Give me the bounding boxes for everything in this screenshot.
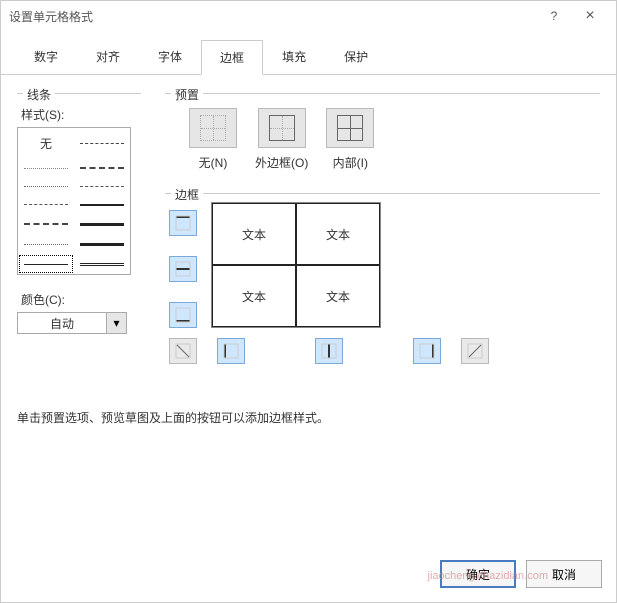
- line-style-12[interactable]: [18, 254, 74, 274]
- border-right-button[interactable]: [413, 338, 441, 364]
- preview-cell: 文本: [296, 203, 380, 265]
- preset-inside-icon: [337, 115, 363, 141]
- hint-text: 单击预置选项、预览草图及上面的按钮可以添加边框样式。: [17, 409, 600, 426]
- preset-none-button[interactable]: [189, 108, 237, 148]
- preset-inside-label: 内部(I): [333, 154, 368, 171]
- preview-cell: 文本: [212, 203, 296, 265]
- preview-cell: 文本: [296, 265, 380, 327]
- color-value: 自动: [18, 315, 106, 332]
- border-group-label: 边框: [171, 186, 203, 203]
- preset-outline-icon: [269, 115, 295, 141]
- tab-fill[interactable]: 填充: [263, 39, 325, 74]
- line-style-9[interactable]: [74, 214, 130, 234]
- border-diag-down-button[interactable]: [169, 338, 197, 364]
- dialog-title: 设置单元格格式: [9, 8, 536, 25]
- border-hmiddle-icon: [175, 261, 191, 277]
- diag-down-icon: [175, 343, 191, 359]
- preset-none-label: 无(N): [199, 154, 228, 171]
- line-style-2[interactable]: [18, 159, 74, 178]
- border-top-icon: [175, 215, 191, 231]
- line-style-grid: 无: [17, 127, 131, 275]
- border-bottom-icon: [175, 307, 191, 323]
- tab-font[interactable]: 字体: [139, 39, 201, 74]
- line-style-7[interactable]: [74, 196, 130, 215]
- border-vmiddle-button[interactable]: [315, 338, 343, 364]
- color-label: 颜色(C):: [21, 291, 141, 308]
- preset-none-icon: [200, 115, 226, 141]
- line-style-1[interactable]: [74, 128, 130, 159]
- line-style-4[interactable]: [18, 178, 74, 196]
- line-style-3[interactable]: [74, 159, 130, 178]
- tab-number[interactable]: 数字: [15, 39, 77, 74]
- border-top-button[interactable]: [169, 210, 197, 236]
- border-bottom-button[interactable]: [169, 302, 197, 328]
- titlebar: 设置单元格格式 ? ×: [1, 1, 616, 31]
- border-vmiddle-icon: [321, 343, 337, 359]
- tab-protection[interactable]: 保护: [325, 39, 387, 74]
- watermark: jiaocheng.chazidian.com: [428, 570, 548, 582]
- border-group: 边框 文本 文本 文本 文本: [165, 193, 600, 364]
- line-style-11[interactable]: [74, 234, 130, 254]
- line-group: 线条 样式(S): 无 颜色(C): 自动 ▾: [17, 93, 141, 379]
- border-preview[interactable]: 文本 文本 文本 文本: [211, 202, 381, 328]
- preset-outline-button[interactable]: [258, 108, 306, 148]
- color-select[interactable]: 自动 ▾: [17, 312, 127, 334]
- help-button[interactable]: ?: [536, 9, 572, 23]
- preset-outline-label: 外边框(O): [255, 154, 308, 171]
- diag-up-icon: [467, 343, 483, 359]
- chevron-down-icon: ▾: [106, 313, 126, 333]
- tab-alignment[interactable]: 对齐: [77, 39, 139, 74]
- line-style-5[interactable]: [74, 178, 130, 196]
- border-diag-up-button[interactable]: [461, 338, 489, 364]
- line-group-label: 线条: [23, 86, 55, 103]
- preset-group: 预置 无(N) 外边框(O) 内部(I): [165, 93, 600, 175]
- preset-inside-button[interactable]: [326, 108, 374, 148]
- border-left-button[interactable]: [217, 338, 245, 364]
- line-style-13[interactable]: [74, 254, 130, 274]
- line-style-10[interactable]: [18, 234, 74, 254]
- border-right-icon: [419, 343, 435, 359]
- preview-cell: 文本: [212, 265, 296, 327]
- style-label: 样式(S):: [21, 106, 141, 123]
- tab-content: 线条 样式(S): 无 颜色(C): 自动 ▾: [1, 75, 616, 438]
- line-style-8[interactable]: [18, 214, 74, 234]
- line-style-none[interactable]: 无: [18, 128, 74, 159]
- tab-border[interactable]: 边框: [201, 40, 263, 75]
- preset-group-label: 预置: [171, 86, 203, 103]
- tab-bar: 数字 对齐 字体 边框 填充 保护: [1, 31, 616, 75]
- close-button[interactable]: ×: [572, 7, 608, 25]
- line-style-6[interactable]: [18, 196, 74, 215]
- border-left-icon: [223, 343, 239, 359]
- border-hmiddle-button[interactable]: [169, 256, 197, 282]
